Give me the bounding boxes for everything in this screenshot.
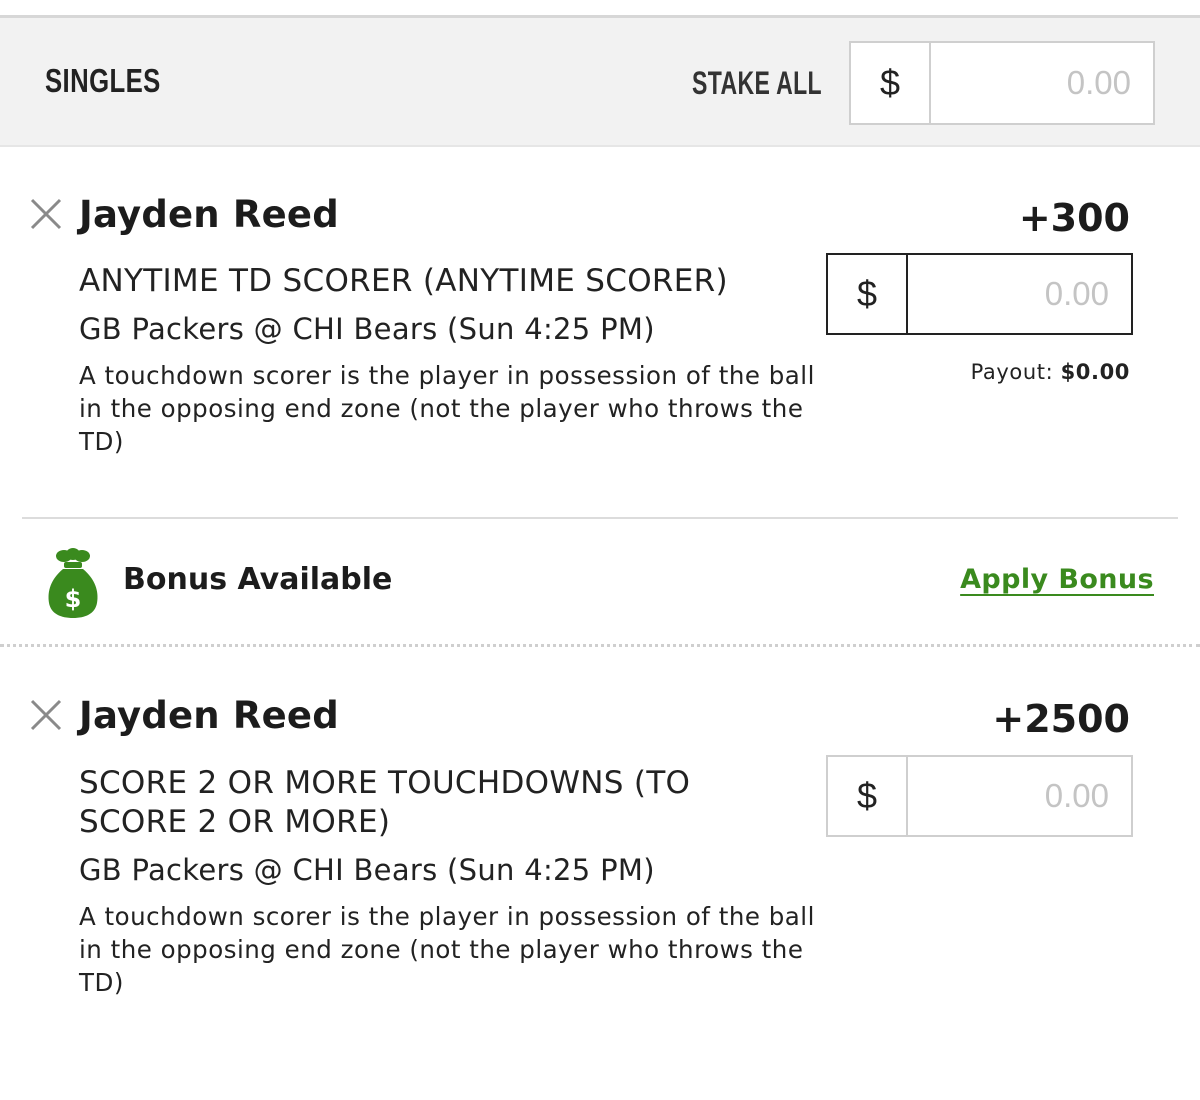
dotted-divider [0,644,1200,648]
bet-odds: +2500 [992,697,1130,741]
event-name: GB Packers @ CHI Bears (Sun 4:25 PM) [79,853,655,887]
divider [22,517,1178,519]
money-bag-symbol: $ [65,585,82,613]
stake-field[interactable]: $ [826,253,1133,335]
stake-all-input[interactable] [933,43,1153,123]
remove-bet-button[interactable] [29,698,63,732]
stake-field[interactable]: $ [826,755,1133,837]
money-bag-icon: $ [48,548,98,618]
close-icon [30,699,62,731]
player-name: Jayden Reed [79,193,339,236]
market-rule: A touchdown scorer is the player in poss… [79,361,815,456]
player-name: Jayden Reed [79,694,339,737]
payout-label: Payout: [970,360,1054,384]
market-rule: A touchdown scorer is the player in poss… [79,902,815,997]
stake-input[interactable] [910,255,1131,333]
market-name: ANYTIME TD SCORER (ANYTIME SCORER) [79,263,728,299]
close-icon [30,198,62,230]
section-title: SINGLES [45,62,161,99]
singles-header: SINGLES STAKE ALL $ [0,18,1200,147]
market-name: SCORE 2 OR MORE TOUCHDOWNS (TO SCORE 2 O… [79,765,691,840]
bet-odds: +300 [1018,196,1130,240]
currency-symbol: $ [828,255,908,333]
stake-all-field[interactable]: $ [849,41,1155,125]
stake-all-label: STAKE ALL [692,65,822,101]
event-name: GB Packers @ CHI Bears (Sun 4:25 PM) [79,312,655,346]
bonus-row: $ Bonus Available Apply Bonus [0,520,1200,646]
bonus-label: Bonus Available [123,562,393,597]
payout-value: $0.00 [1060,360,1130,384]
apply-bonus-link[interactable]: Apply Bonus [960,564,1154,595]
currency-symbol: $ [828,757,908,835]
stake-input[interactable] [910,757,1131,835]
remove-bet-button[interactable] [29,197,63,231]
payout-display: Payout: $0.00 [971,360,1130,384]
currency-symbol: $ [851,43,931,123]
